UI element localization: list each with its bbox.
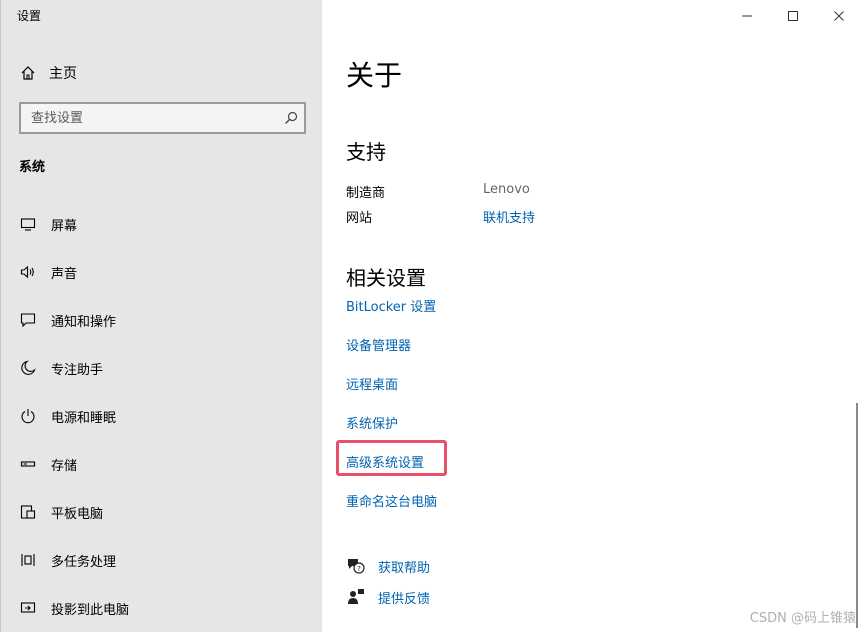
sidebar-item-label: 电源和睡眠	[51, 410, 117, 426]
help-chat-icon: ?	[346, 556, 366, 576]
sidebar-item-label: 屏幕	[51, 218, 78, 234]
get-help-link[interactable]: 获取帮助	[378, 557, 430, 576]
sidebar-item-label: 多任务处理	[51, 554, 117, 570]
rename-pc-link[interactable]: 重命名这台电脑	[346, 491, 437, 510]
search-input[interactable]	[21, 103, 278, 133]
device-manager-link[interactable]: 设备管理器	[346, 335, 411, 354]
bitlocker-settings-link[interactable]: BitLocker 设置	[346, 296, 436, 315]
sidebar-home-label: 主页	[49, 66, 77, 82]
sidebar-item-tablet[interactable]: 平板电脑	[19, 501, 103, 523]
manufacturer-label: 制造商	[346, 186, 386, 201]
sidebar-section-title: 系统	[19, 160, 46, 175]
monitor-icon	[19, 215, 37, 233]
system-protection-link[interactable]: 系统保护	[346, 413, 398, 432]
sidebar-home[interactable]: 主页	[19, 62, 77, 84]
app-title: 设置	[17, 9, 42, 23]
sidebar-item-focus-assist[interactable]: 专注助手	[19, 357, 103, 379]
manufacturer-value: Lenovo	[483, 182, 530, 197]
remote-desktop-link[interactable]: 远程桌面	[346, 374, 398, 393]
feedback-link[interactable]: 提供反馈	[378, 588, 430, 607]
sidebar-item-label: 存储	[51, 458, 78, 474]
page-title: 关于	[346, 59, 403, 92]
watermark: CSDN @码上锥猿	[749, 611, 856, 626]
multitask-icon	[19, 551, 37, 569]
sidebar-item-storage[interactable]: 存储	[19, 453, 77, 475]
advanced-system-settings-link[interactable]: 高级系统设置	[346, 452, 424, 471]
website-label: 网站	[346, 211, 373, 226]
tablet-icon	[19, 503, 37, 521]
feedback-row[interactable]: 提供反馈	[346, 587, 430, 607]
sidebar-item-power[interactable]: 电源和睡眠	[19, 405, 116, 427]
home-icon	[19, 64, 37, 82]
search-icon[interactable]	[278, 104, 304, 132]
scrollbar[interactable]	[856, 403, 858, 628]
sidebar-item-notifications[interactable]: 通知和操作	[19, 309, 116, 331]
online-support-link[interactable]: 联机支持	[483, 207, 535, 226]
sidebar-item-label: 投影到此电脑	[51, 602, 130, 618]
sidebar-item-project[interactable]: 投影到此电脑	[19, 597, 129, 619]
storage-icon	[19, 455, 37, 473]
sidebar: 设置 主页 系统 屏幕 声音 通知和操作 专注助手	[0, 0, 322, 632]
main-content: 关于 支持 制造商 Lenovo 网站 联机支持 相关设置 BitLocker …	[346, 0, 842, 632]
speaker-icon	[19, 263, 37, 281]
sidebar-item-display[interactable]: 屏幕	[19, 213, 77, 235]
notification-icon	[19, 311, 37, 329]
sidebar-item-label: 专注助手	[51, 362, 104, 378]
sidebar-item-label: 通知和操作	[51, 314, 117, 330]
get-help-row[interactable]: ? 获取帮助	[346, 556, 430, 576]
power-icon	[19, 407, 37, 425]
sidebar-item-sound[interactable]: 声音	[19, 261, 77, 283]
sidebar-item-label: 平板电脑	[51, 506, 104, 522]
related-settings-heading: 相关设置	[346, 266, 426, 290]
feedback-icon	[346, 587, 366, 607]
search-box[interactable]	[19, 102, 306, 134]
sidebar-item-multitasking[interactable]: 多任务处理	[19, 549, 116, 571]
moon-icon	[19, 359, 37, 377]
sidebar-item-label: 声音	[51, 266, 78, 282]
svg-text:?: ?	[357, 565, 361, 573]
project-icon	[19, 599, 37, 617]
support-heading: 支持	[346, 140, 386, 164]
